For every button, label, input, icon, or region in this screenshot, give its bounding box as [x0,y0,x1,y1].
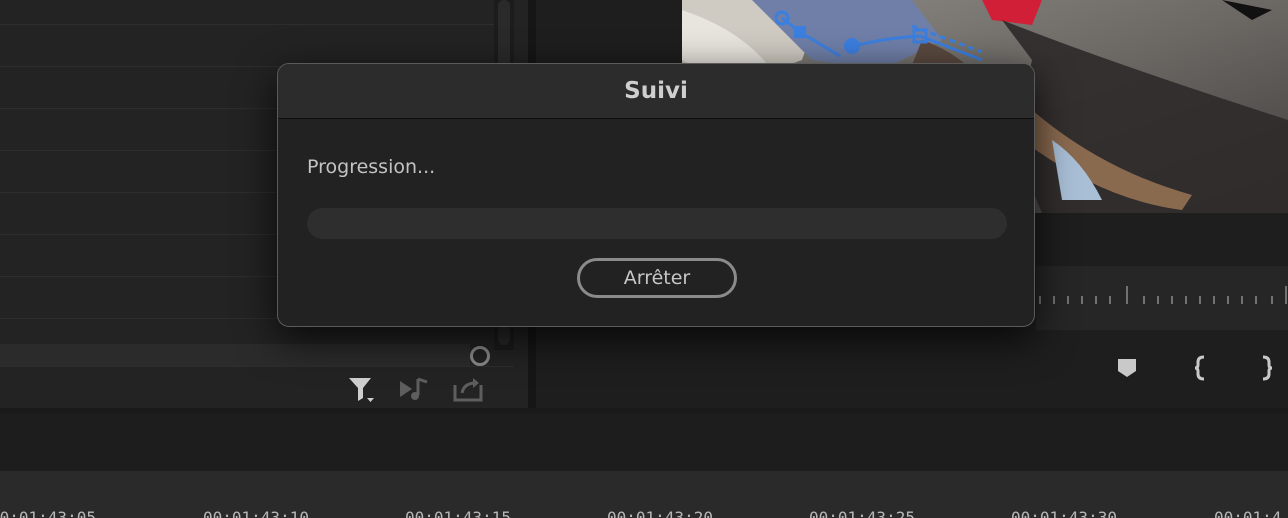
horizontal-scrollbar[interactable] [0,344,470,366]
timeline-timecode: 00:01:43:15 [405,508,511,518]
panel-divider [0,366,514,367]
mark-in-icon[interactable] [1189,355,1213,381]
list-row-divider [0,24,494,25]
timeline-timecode: 00:01:43:25 [809,508,915,518]
progress-bar [307,208,1007,239]
add-marker-icon[interactable] [1115,356,1139,380]
automate-to-sequence-icon[interactable] [398,374,432,404]
monitor-time-ruler[interactable] [1036,284,1288,306]
timeline-timecode: 00:01:43:20 [607,508,713,518]
mark-out-icon[interactable] [1254,355,1278,381]
zoom-slider-handle[interactable] [470,346,490,366]
timeline-timecode: 00:01:4 [1214,508,1282,518]
timeline-timecode: 00:01:43:10 [203,508,309,518]
tracking-dialog: Suivi Progression... Arrêter [277,63,1035,327]
filter-icon[interactable] [346,374,376,404]
timeline-timecode: 00:01:43:05 [0,508,96,518]
timeline-header [0,413,1288,471]
export-icon[interactable] [452,374,486,404]
dialog-title: Suivi [624,78,688,104]
stop-button[interactable]: Arrêter [577,258,737,298]
dialog-titlebar: Suivi [278,64,1034,119]
timeline-timecode: 00:01:43:30 [1011,508,1117,518]
progress-status-text: Progression... [307,156,436,178]
